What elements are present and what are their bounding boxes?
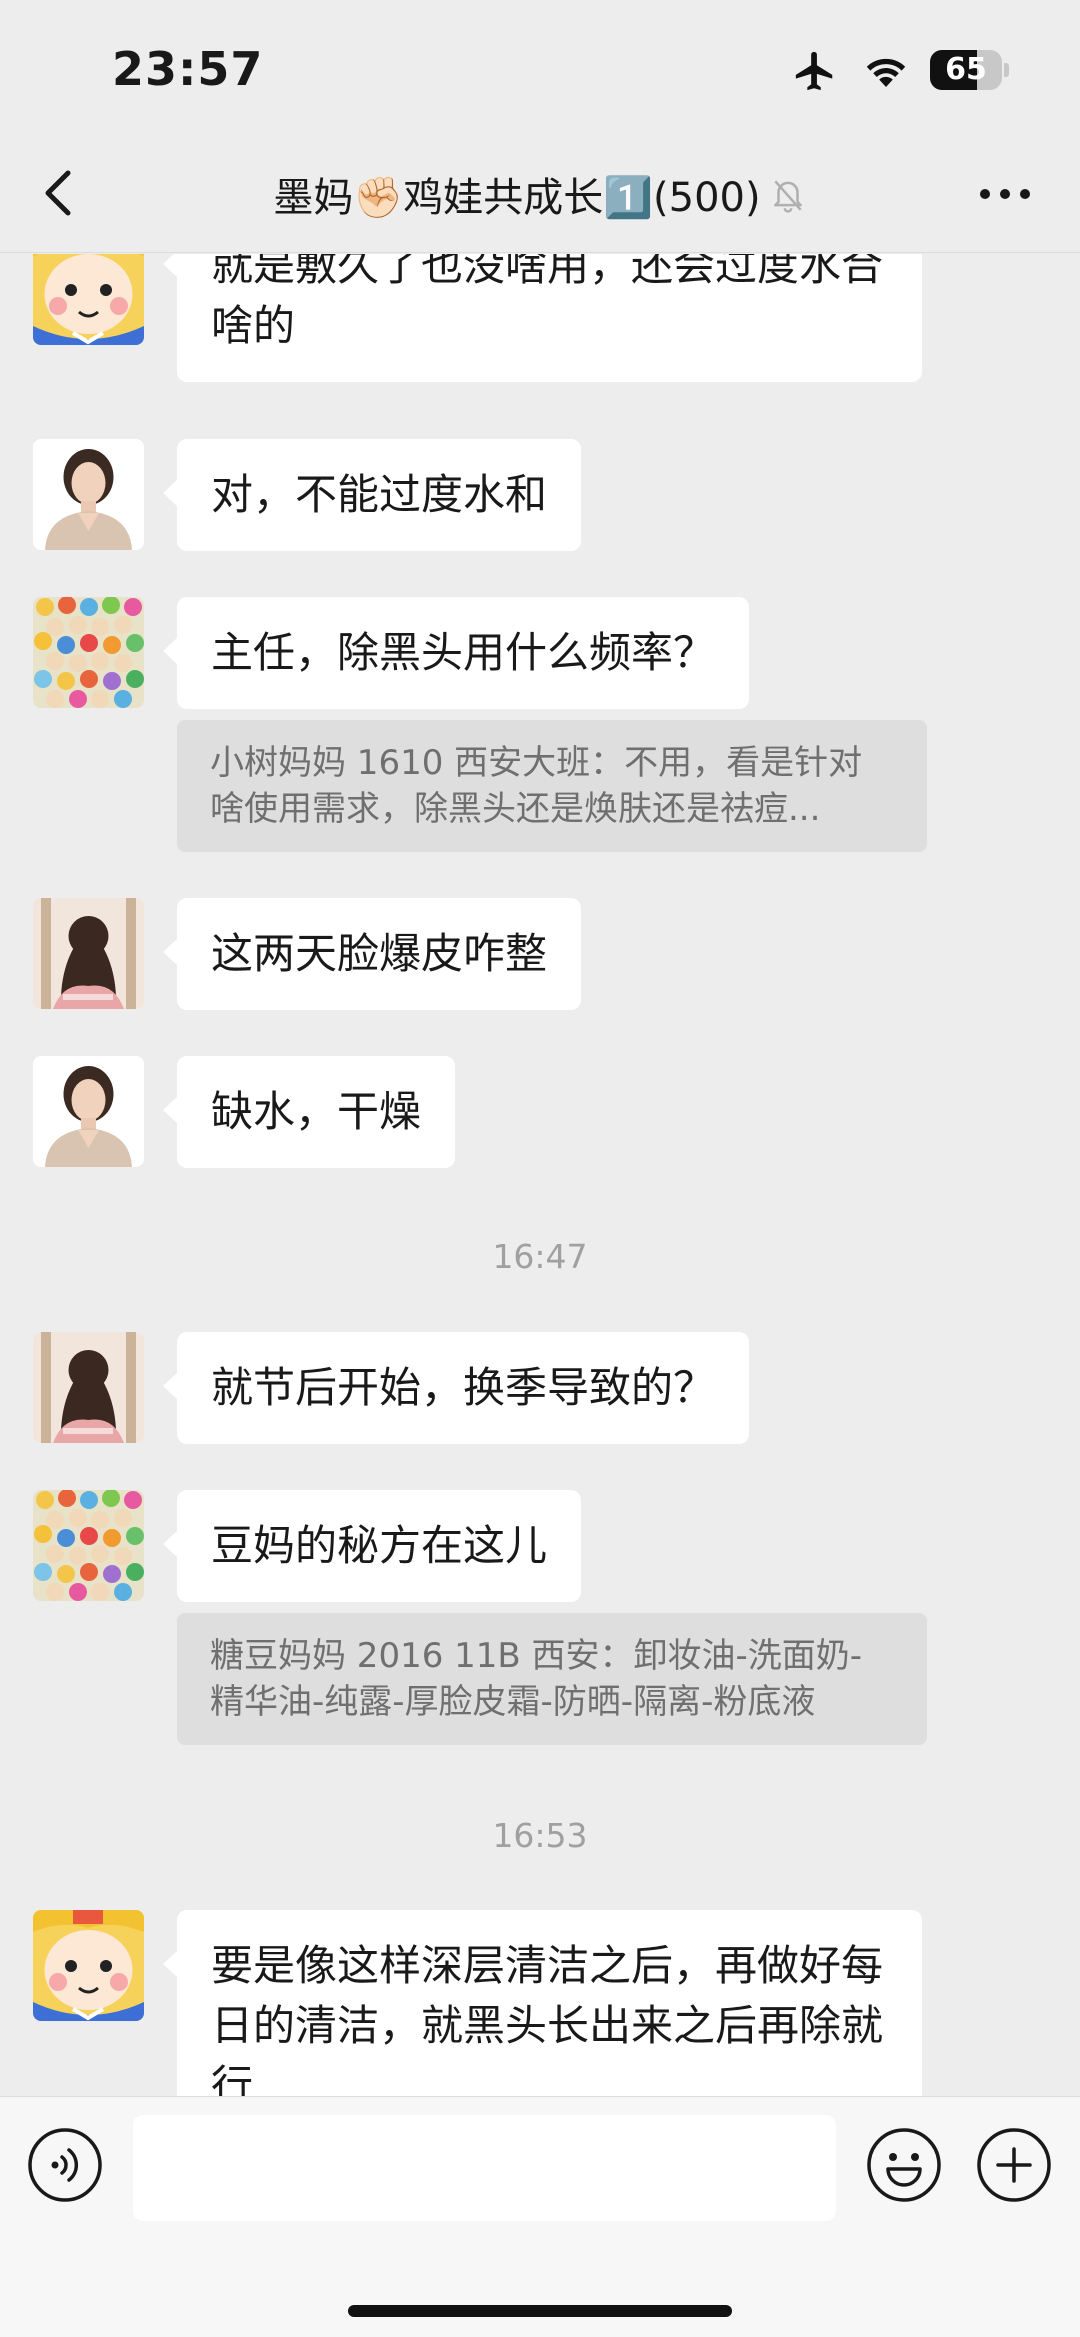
status-bar: 23:57 65 [0,0,1080,135]
emoji-icon[interactable] [866,2127,942,2203]
message-bubble[interactable]: 就是敷久了也没啥用，还会过度水合啥的 [163,254,922,382]
message-list[interactable]: 就是敷久了也没啥用，还会过度水合啥的 对，不能过度水和 主任，除黑头用什么频率？… [0,254,1080,2096]
status-time: 23:57 [112,42,264,96]
timestamp: 16:47 [492,1237,588,1276]
crowd-avatar[interactable] [33,597,144,708]
back-icon[interactable] [30,163,90,223]
timestamp: 16:53 [492,1816,588,1855]
crowd-avatar[interactable] [33,1490,144,1601]
message-input[interactable] [133,2115,836,2221]
home-indicator [348,2305,732,2317]
input-bar [0,2096,1080,2337]
battery-level: 65 [945,52,987,87]
quote-reply[interactable]: 糖豆妈妈 2016 11B 西安：卸妆油-洗面奶-精华油-纯露-厚脸皮霜-防晒-… [177,1613,927,1745]
message-bubble[interactable]: 对，不能过度水和 [162,439,582,551]
battery-icon: 65 [930,50,1010,90]
woman-avatar[interactable] [33,1056,144,1167]
more-icon[interactable] [970,169,1040,219]
chat-header: 墨妈✊🏻鸡娃共成长1️⃣(500) [0,135,1080,253]
message-bubble[interactable]: 缺水，干燥 [162,1056,456,1168]
message-bubble[interactable]: 这两天脸爆皮咋整 [162,898,582,1010]
cartoon-avatar[interactable] [33,254,144,345]
girl-avatar[interactable] [33,898,144,1009]
chat-title[interactable]: 墨妈✊🏻鸡娃共成长1️⃣(500) [273,165,760,223]
woman-avatar[interactable] [33,439,144,550]
cartoon-avatar[interactable] [33,1910,144,2021]
message-bubble[interactable]: 豆妈的秘方在这儿 [162,1490,582,1602]
voice-icon[interactable] [27,2127,103,2203]
plus-icon[interactable] [976,2127,1052,2203]
quote-reply[interactable]: 小树妈妈 1610 西安大班：不用，看是针对啥使用需求，除黑头还是焕肤还是祛痘.… [177,720,927,852]
chat-screen: 23:57 65 墨妈✊🏻鸡娃共成长1️⃣(500) 就是敷久了也没啥用，还会过… [0,0,1080,2337]
girl-avatar[interactable] [33,1332,144,1443]
wifi-icon [866,58,906,87]
bell-off-icon [773,180,802,213]
airplane-icon [795,51,833,91]
message-bubble[interactable]: 主任，除黑头用什么频率？ [162,597,750,709]
message-bubble[interactable]: 要是像这样深层清洁之后，再做好每日的清洁，就黑头长出来之后再除就行 [163,1910,922,2096]
message-bubble[interactable]: 就节后开始，换季导致的？ [162,1332,750,1444]
